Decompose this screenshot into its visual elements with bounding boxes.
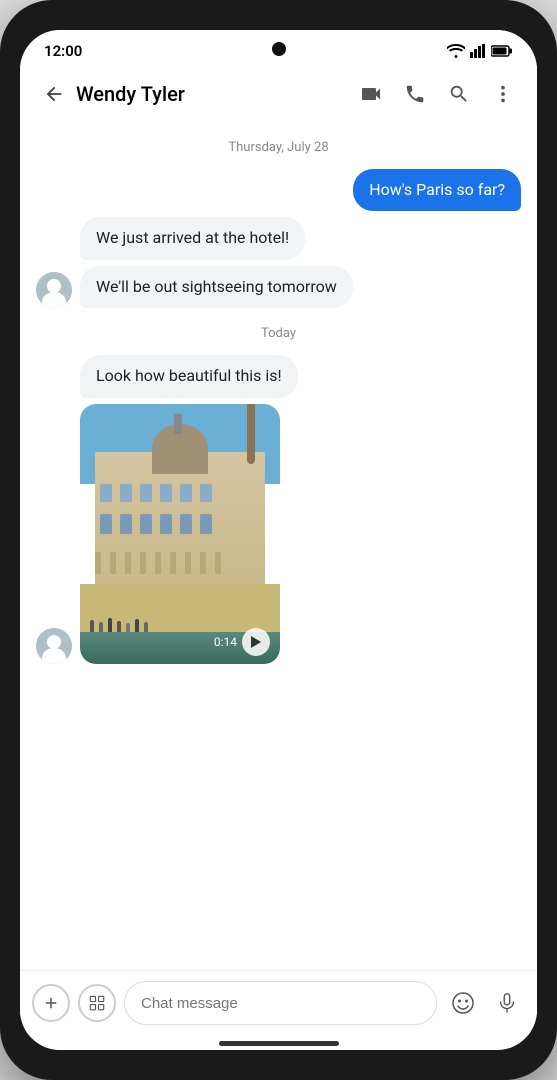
bubble-received-2: We'll be out sightseeing tomorrow — [80, 266, 353, 308]
dome-tower — [174, 414, 182, 434]
windows-row-1 — [100, 484, 212, 502]
avatar — [36, 272, 72, 308]
chat-input[interactable] — [124, 981, 437, 1025]
app-bar-actions — [353, 76, 521, 112]
more-options-button[interactable] — [485, 76, 521, 112]
video-call-button[interactable] — [353, 76, 389, 112]
date-divider-1: Thursday, July 28 — [36, 140, 521, 155]
phone-call-button[interactable] — [397, 76, 433, 112]
signal-icon — [470, 44, 486, 58]
bubble-received-3: Look how beautiful this is! — [80, 355, 298, 397]
message-row: We'll be out sightseeing tomorrow — [36, 266, 521, 308]
emoji-button[interactable] — [445, 985, 481, 1021]
mic-button[interactable] — [489, 985, 525, 1021]
paris-image: 0:14 — [80, 404, 280, 664]
date-divider-2: Today — [36, 326, 521, 341]
app-bar: Wendy Tyler — [20, 68, 537, 120]
back-button[interactable] — [36, 76, 72, 112]
message-row: Look how beautiful this is! — [36, 355, 521, 397]
windows-row-2 — [100, 514, 212, 534]
message-row-image: 0:14 — [36, 404, 521, 664]
avatar — [36, 628, 72, 664]
video-duration: 0:14 — [214, 635, 237, 649]
status-time: 12:00 — [44, 42, 82, 60]
bubble-sent-1: How's Paris so far? — [353, 169, 521, 211]
wifi-icon — [447, 44, 465, 58]
search-button[interactable] — [441, 76, 477, 112]
columns — [95, 552, 221, 574]
gallery-button[interactable] — [78, 984, 116, 1022]
bubble-received-1: We just arrived at the hotel! — [80, 217, 305, 259]
add-attachment-button[interactable] — [32, 984, 70, 1022]
chat-area: Thursday, July 28 How's Paris so far? We… — [20, 120, 537, 970]
image-bubble[interactable]: 0:14 — [80, 404, 280, 664]
camera-notch — [272, 42, 286, 56]
avatar-spacer — [36, 362, 72, 398]
play-button[interactable] — [242, 628, 270, 656]
message-row: How's Paris so far? — [36, 169, 521, 211]
home-indicator[interactable] — [219, 1041, 339, 1046]
phone-screen: 12:00 — [20, 30, 537, 1050]
message-row: We just arrived at the hotel! — [36, 217, 521, 259]
contact-name: Wendy Tyler — [76, 82, 353, 106]
input-area — [20, 970, 537, 1035]
avatar-spacer — [36, 224, 72, 260]
video-overlay: 0:14 — [214, 628, 270, 656]
battery-icon — [491, 45, 513, 57]
status-bar: 12:00 — [20, 30, 537, 68]
phone-frame: 12:00 — [0, 0, 557, 1080]
status-icons — [447, 44, 513, 58]
